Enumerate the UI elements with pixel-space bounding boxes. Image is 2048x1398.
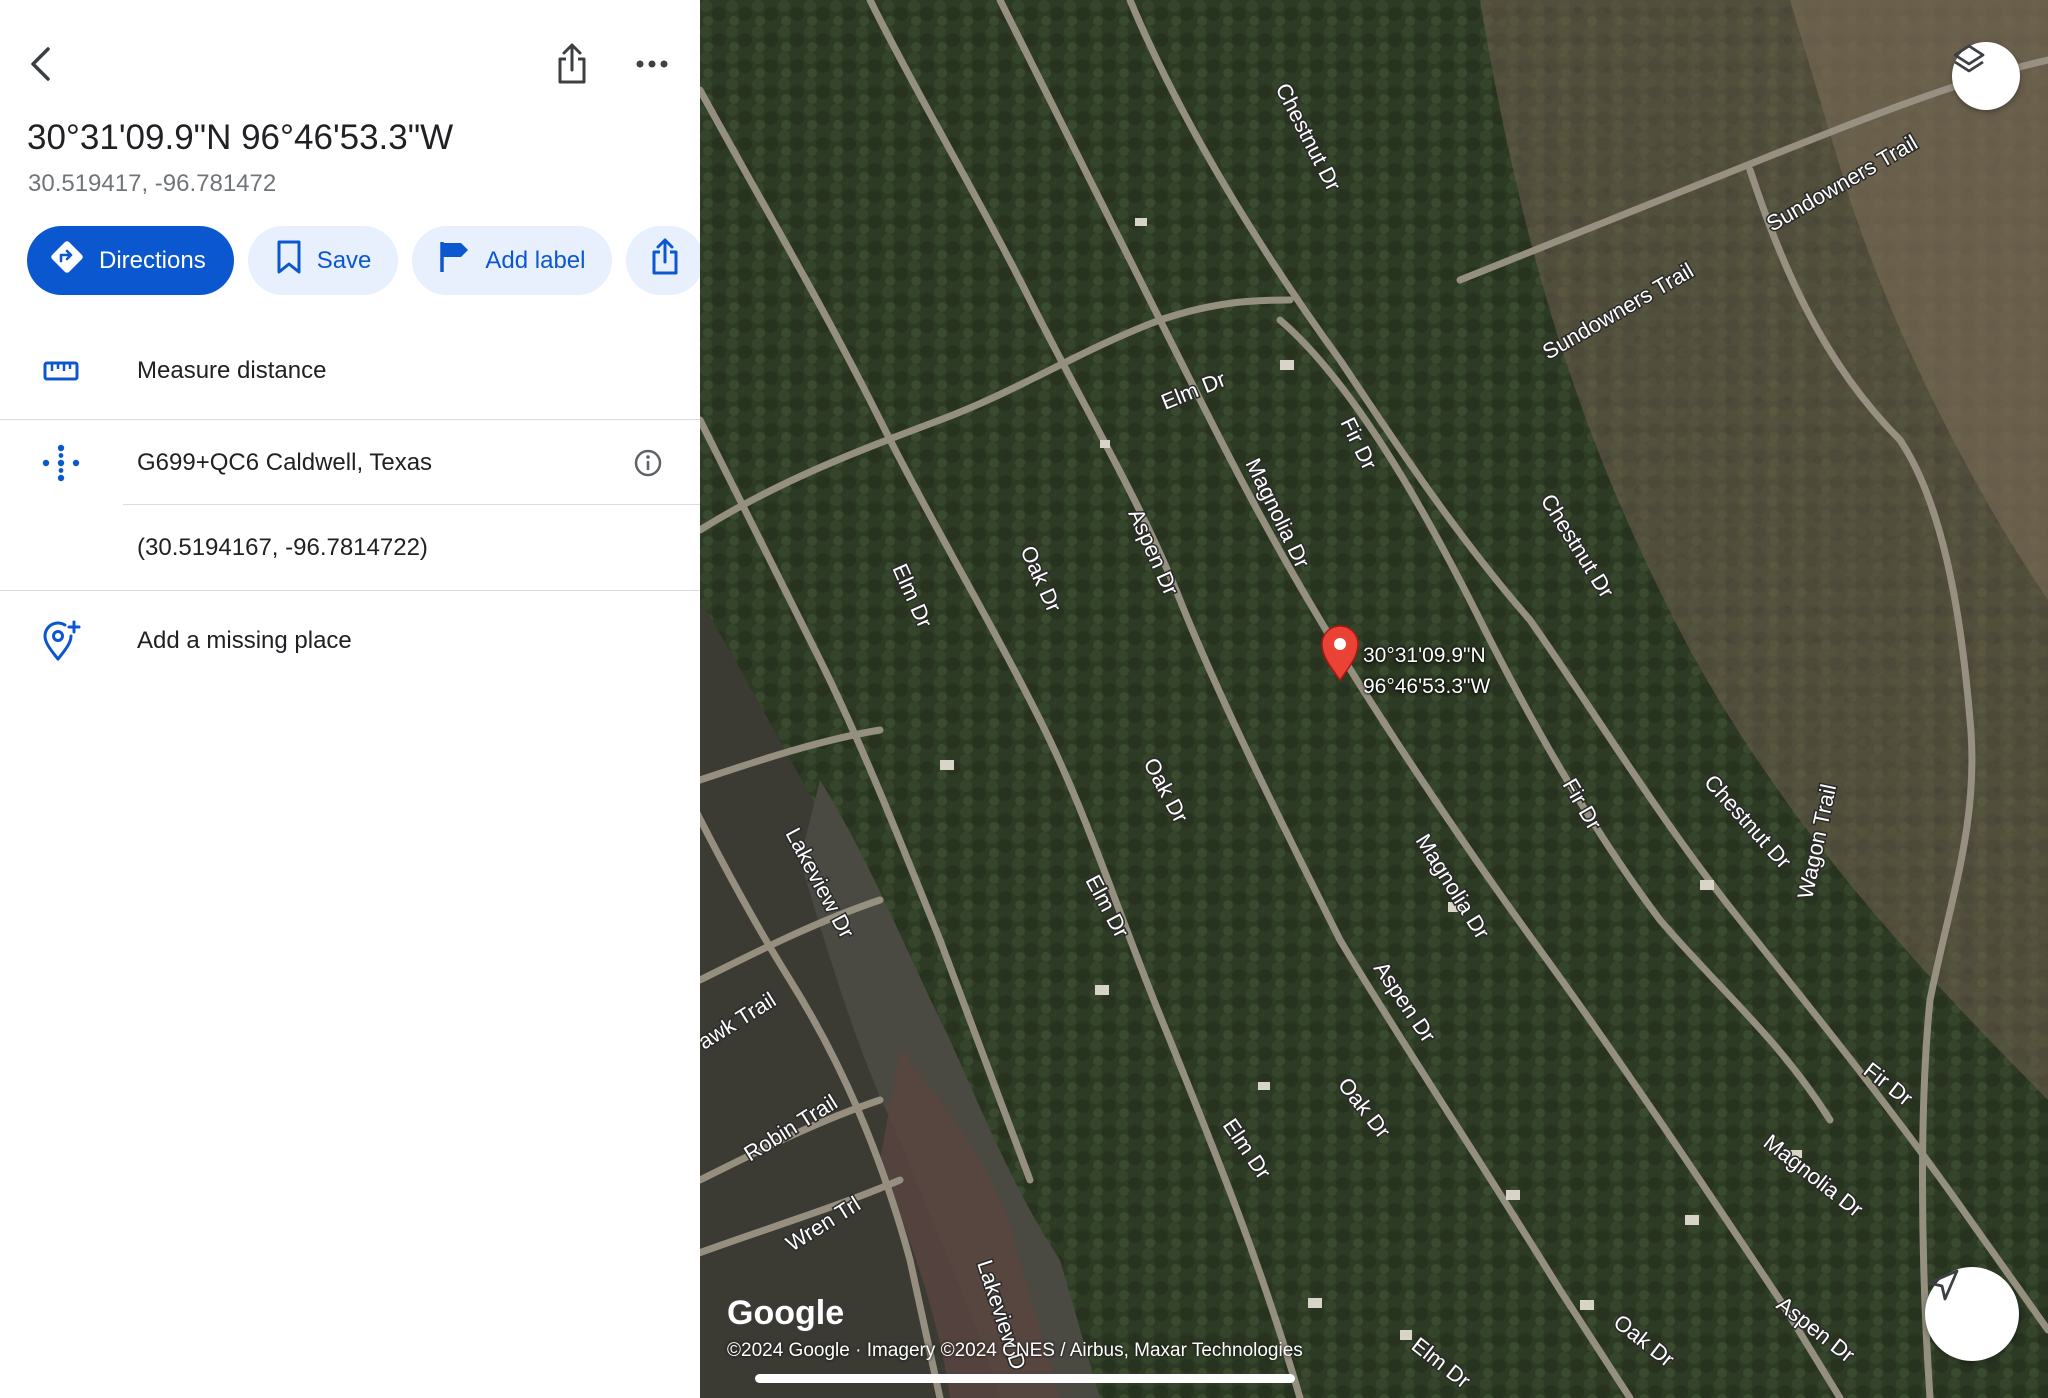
pin-label-lng: 96°46'53.3"W bbox=[1363, 675, 1491, 698]
decimal-coordinates: 30.519417, -96.781472 bbox=[28, 170, 277, 197]
plus-code-text: G699+QC6 Caldwell, Texas bbox=[137, 449, 433, 476]
divider bbox=[0, 590, 700, 591]
google-logo: Google bbox=[727, 1294, 845, 1332]
pin-label: 30°31'09.9"N 96°46'53.3"W bbox=[1363, 640, 1490, 702]
directions-icon bbox=[49, 239, 85, 282]
plus-code-row[interactable]: G699+QC6 Caldwell, Texas bbox=[0, 422, 700, 504]
back-icon[interactable] bbox=[20, 42, 60, 86]
add-place-icon bbox=[40, 620, 82, 662]
flag-icon bbox=[439, 240, 471, 281]
share-button[interactable] bbox=[626, 226, 700, 295]
place-panel: 30°31'09.9"N 96°46'53.3"W 30.519417, -96… bbox=[0, 0, 700, 1398]
add-label-label: Add label bbox=[485, 246, 586, 274]
home-indicator[interactable] bbox=[755, 1374, 1295, 1383]
action-chips: Directions Save Add label bbox=[27, 226, 700, 295]
more-icon[interactable] bbox=[632, 52, 672, 76]
divider bbox=[0, 419, 700, 420]
plus-code-icon bbox=[40, 442, 82, 484]
directions-button[interactable]: Directions bbox=[27, 226, 234, 295]
my-location-button[interactable] bbox=[1925, 1267, 2019, 1361]
map-attribution: ©2024 Google · Imagery ©2024 CNES / Airb… bbox=[727, 1340, 1303, 1361]
coordinates-row[interactable]: (30.5194167, -96.7814722) bbox=[0, 507, 700, 589]
precise-coordinates-text: (30.5194167, -96.7814722) bbox=[137, 534, 428, 561]
measure-distance-row[interactable]: Measure distance bbox=[0, 330, 700, 412]
save-label: Save bbox=[316, 246, 372, 274]
save-button[interactable]: Save bbox=[247, 226, 399, 295]
info-icon[interactable] bbox=[632, 447, 664, 479]
add-label-button[interactable]: Add label bbox=[412, 226, 613, 295]
ruler-icon bbox=[40, 350, 82, 392]
add-missing-place-row[interactable]: Add a missing place bbox=[0, 600, 700, 682]
share-icon bbox=[651, 238, 679, 283]
satellite-map[interactable]: Chestnut Dr Sundowners Trail Sundowners … bbox=[700, 0, 2048, 1398]
page-title: 30°31'09.9"N 96°46'53.3"W bbox=[27, 118, 454, 157]
directions-label: Directions bbox=[99, 246, 206, 274]
measure-distance-label: Measure distance bbox=[137, 357, 327, 384]
layers-button[interactable] bbox=[1952, 42, 2020, 110]
share-icon[interactable] bbox=[551, 40, 593, 88]
bookmark-icon bbox=[275, 239, 303, 282]
divider bbox=[123, 504, 700, 505]
add-missing-place-label: Add a missing place bbox=[137, 627, 352, 654]
pin-label-lat: 30°31'09.9"N bbox=[1363, 644, 1486, 667]
